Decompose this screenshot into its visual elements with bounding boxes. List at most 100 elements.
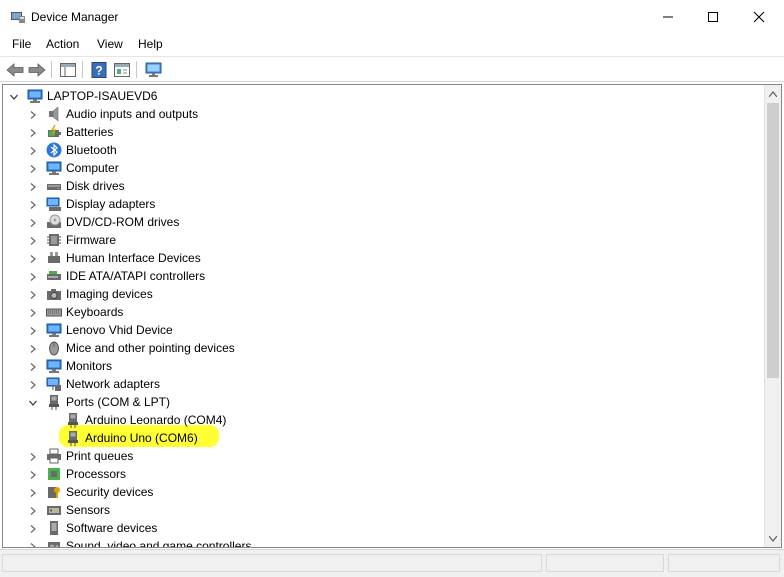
tree-item[interactable]: Bluetooth bbox=[3, 141, 763, 159]
close-button[interactable] bbox=[736, 0, 782, 34]
tree-item[interactable]: Batteries bbox=[3, 123, 763, 141]
tree-item[interactable]: Lenovo Vhid Device bbox=[3, 321, 763, 339]
chevron-right-icon[interactable] bbox=[28, 505, 38, 515]
chevron-right-icon[interactable] bbox=[28, 451, 38, 461]
tree-item[interactable]: Software devices bbox=[3, 519, 763, 537]
software-device-icon bbox=[46, 520, 62, 536]
help-button[interactable]: ? bbox=[89, 60, 109, 79]
menu-help[interactable]: Help bbox=[138, 37, 163, 51]
display-adapter-icon bbox=[46, 196, 62, 212]
network-adapter-icon bbox=[46, 376, 62, 392]
tree-item[interactable]: Sensors bbox=[3, 501, 763, 519]
tree-item-label: DVD/CD-ROM drives bbox=[66, 215, 180, 229]
hid-icon bbox=[46, 250, 62, 266]
chevron-right-icon[interactable] bbox=[28, 163, 38, 173]
tree-item[interactable]: Monitors bbox=[3, 357, 763, 375]
chevron-right-icon[interactable] bbox=[28, 271, 38, 281]
sensor-icon bbox=[46, 502, 62, 518]
minimize-button[interactable] bbox=[645, 0, 691, 34]
tree-item[interactable]: DVD/CD-ROM drives bbox=[3, 213, 763, 231]
console-tree-icon bbox=[60, 62, 76, 77]
tree-item[interactable]: Display adapters bbox=[3, 195, 763, 213]
tree-item-label: Bluetooth bbox=[66, 143, 117, 157]
chevron-right-icon[interactable] bbox=[28, 307, 38, 317]
bluetooth-icon bbox=[46, 142, 62, 158]
tree-item[interactable]: Human Interface Devices bbox=[3, 249, 763, 267]
show-hide-console-tree-button[interactable] bbox=[58, 60, 78, 79]
tree-item[interactable]: Disk drives bbox=[3, 177, 763, 195]
security-device-icon bbox=[46, 484, 62, 500]
tree-device[interactable]: Arduino Uno (COM6) bbox=[3, 429, 763, 447]
tree-item-label: Ports (COM & LPT) bbox=[66, 395, 171, 409]
device-tree[interactable]: LAPTOP-ISAUEVD6 Audio inputs and outputs B… bbox=[2, 84, 782, 548]
chevron-right-icon[interactable] bbox=[28, 487, 38, 497]
title-bar: Device Manager bbox=[0, 0, 784, 34]
port-icon bbox=[46, 394, 62, 410]
tree-item-label: Human Interface Devices bbox=[66, 251, 201, 265]
menu-bar: File Action View Help bbox=[0, 34, 784, 56]
chevron-right-icon[interactable] bbox=[28, 127, 38, 137]
tree-item[interactable]: Mice and other pointing devices bbox=[3, 339, 763, 357]
chevron-right-icon[interactable] bbox=[28, 235, 38, 245]
tree-item-label: Mice and other pointing devices bbox=[66, 341, 235, 355]
tree-root[interactable]: LAPTOP-ISAUEVD6 bbox=[3, 87, 763, 105]
chevron-right-icon[interactable] bbox=[28, 145, 38, 155]
chevron-right-icon[interactable] bbox=[28, 379, 38, 389]
chevron-right-icon[interactable] bbox=[28, 109, 38, 119]
tree-item-label: Processors bbox=[66, 467, 127, 481]
tree-item[interactable]: Processors bbox=[3, 465, 763, 483]
chevron-right-icon[interactable] bbox=[28, 541, 38, 547]
chevron-right-icon[interactable] bbox=[28, 217, 38, 227]
tree-item[interactable]: Firmware bbox=[3, 231, 763, 249]
tree-item[interactable]: Network adapters bbox=[3, 375, 763, 393]
chevron-right-icon[interactable] bbox=[28, 181, 38, 191]
port-icon bbox=[65, 412, 81, 428]
computer-icon bbox=[46, 160, 62, 176]
tree-item[interactable]: Security devices bbox=[3, 483, 763, 501]
chevron-right-icon[interactable] bbox=[28, 523, 38, 533]
maximize-button[interactable] bbox=[690, 0, 736, 34]
chevron-right-icon[interactable] bbox=[28, 325, 38, 335]
scan-hardware-changes-button[interactable] bbox=[144, 60, 164, 79]
speaker-icon bbox=[46, 106, 62, 122]
tree-item[interactable]: Keyboards bbox=[3, 303, 763, 321]
toolbar-separator bbox=[82, 61, 83, 78]
tree-device[interactable]: Arduino Leonardo (COM4) bbox=[3, 411, 763, 429]
tree-item[interactable]: Imaging devices bbox=[3, 285, 763, 303]
chevron-right-icon[interactable] bbox=[28, 361, 38, 371]
chevron-down-icon[interactable] bbox=[9, 91, 19, 101]
chevron-down-icon[interactable] bbox=[28, 397, 38, 407]
minimize-icon bbox=[663, 16, 673, 18]
tree-item-label: Computer bbox=[66, 161, 119, 175]
tree-item[interactable]: Audio inputs and outputs bbox=[3, 105, 763, 123]
back-arrow-icon bbox=[6, 62, 24, 77]
device-manager-icon bbox=[11, 12, 25, 23]
camera-icon bbox=[46, 286, 62, 302]
menu-action[interactable]: Action bbox=[46, 37, 79, 51]
chevron-right-icon[interactable] bbox=[28, 199, 38, 209]
tree-item[interactable]: Ports (COM & LPT) bbox=[3, 393, 763, 411]
scroll-up-button[interactable] bbox=[765, 85, 781, 102]
chevron-right-icon[interactable] bbox=[28, 253, 38, 263]
tree-item-label: Sound, video and game controllers bbox=[66, 539, 252, 548]
properties-icon bbox=[114, 62, 130, 77]
toolbar-separator bbox=[136, 61, 137, 78]
tree-item[interactable]: Computer bbox=[3, 159, 763, 177]
scroll-down-button[interactable] bbox=[765, 530, 781, 547]
menu-file[interactable]: File bbox=[12, 37, 31, 51]
menu-view[interactable]: View bbox=[97, 37, 123, 51]
vertical-scrollbar[interactable] bbox=[764, 85, 781, 547]
chevron-right-icon[interactable] bbox=[28, 469, 38, 479]
tree-item[interactable]: Print queues bbox=[3, 447, 763, 465]
tree-item[interactable]: Sound, video and game controllers bbox=[3, 537, 763, 548]
tree-item-label: Monitors bbox=[66, 359, 113, 373]
tree-item-label: IDE ATA/ATAPI controllers bbox=[66, 269, 206, 283]
tree-item[interactable]: IDE ATA/ATAPI controllers bbox=[3, 267, 763, 285]
properties-button[interactable] bbox=[112, 60, 132, 79]
scroll-thumb[interactable] bbox=[767, 103, 779, 378]
forward-button[interactable] bbox=[27, 60, 47, 79]
back-button[interactable] bbox=[5, 60, 25, 79]
port-icon bbox=[65, 430, 81, 446]
chevron-right-icon[interactable] bbox=[28, 343, 38, 353]
chevron-right-icon[interactable] bbox=[28, 289, 38, 299]
